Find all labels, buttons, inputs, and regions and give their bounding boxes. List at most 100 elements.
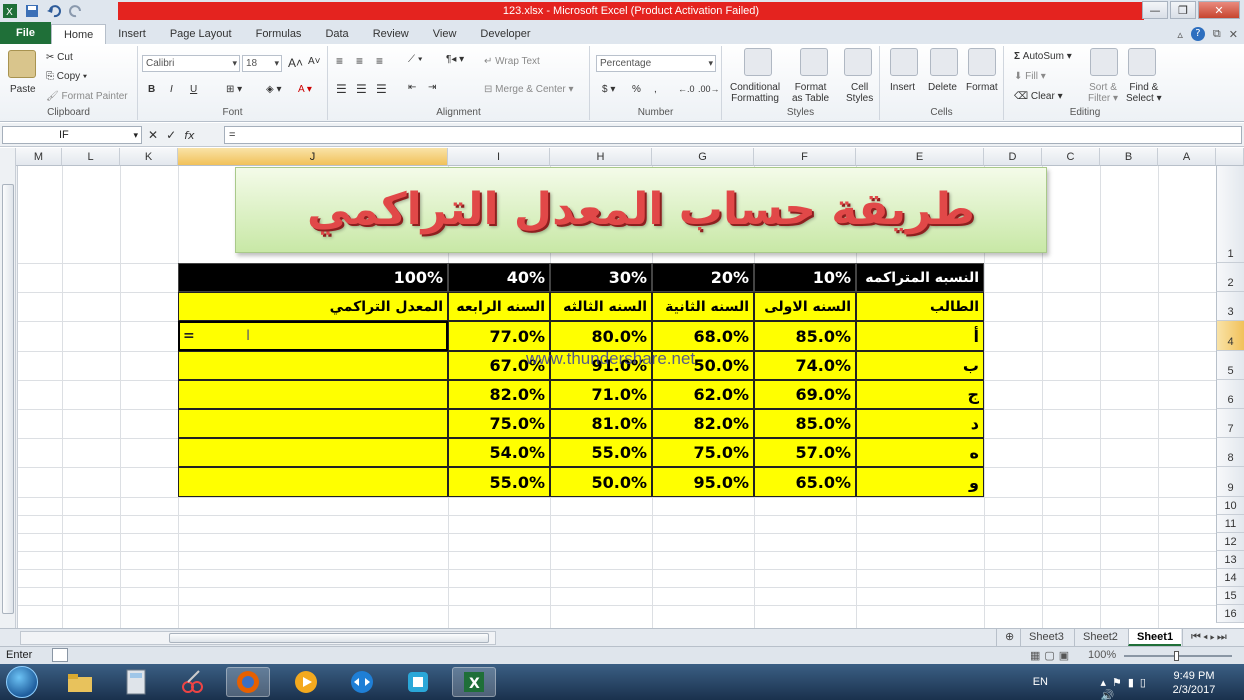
column-header-f[interactable]: F xyxy=(754,148,856,166)
language-indicator[interactable]: EN xyxy=(1033,676,1048,688)
font-name-select[interactable]: Calibri xyxy=(142,55,240,72)
sort-filter-button[interactable]: Sort & Filter ▾ xyxy=(1088,82,1118,104)
grade-cell[interactable]: 77.0% xyxy=(448,321,550,351)
borders-icon[interactable]: ⊞ ▾ xyxy=(226,84,242,95)
grade-cell[interactable]: 75.0% xyxy=(448,409,550,438)
save-icon[interactable] xyxy=(24,3,40,19)
row-header[interactable]: 12 xyxy=(1216,533,1244,551)
increase-decimal-icon[interactable]: ←.0 xyxy=(678,84,695,94)
row-header[interactable]: 13 xyxy=(1216,551,1244,569)
media-player-icon[interactable] xyxy=(284,667,328,697)
subheader-cell[interactable]: السنه الثالثه xyxy=(550,292,652,321)
grade-cell[interactable]: 95.0% xyxy=(652,467,754,497)
header-cell[interactable]: النسبه المتراكمه xyxy=(856,263,984,292)
fill-button[interactable]: ⬇ Fill ▾ xyxy=(1014,71,1046,82)
header-cell[interactable]: 30% xyxy=(550,263,652,292)
tray-icons[interactable]: ▴⚑▮▯🔊 xyxy=(1101,676,1153,700)
grade-cell[interactable]: 81.0% xyxy=(550,409,652,438)
font-size-select[interactable]: 18 xyxy=(242,55,282,72)
column-header-m[interactable]: M xyxy=(16,148,62,166)
tab-insert[interactable]: Insert xyxy=(106,24,158,44)
currency-button[interactable]: $ ▾ xyxy=(602,84,615,95)
grade-cell[interactable]: 71.0% xyxy=(550,380,652,409)
column-header-g[interactable]: G xyxy=(652,148,754,166)
horizontal-scrollbar[interactable] xyxy=(20,631,496,645)
maximize-button[interactable]: ❐ xyxy=(1170,1,1196,19)
cumulative-cell[interactable] xyxy=(178,380,448,409)
format-painter-button[interactable]: 🖌 Format Painter xyxy=(46,91,128,102)
clock-time[interactable]: 9:49 PM xyxy=(1164,670,1224,682)
font-color-icon[interactable]: A ▾ xyxy=(298,84,312,95)
tab-review[interactable]: Review xyxy=(361,24,421,44)
sheet-tab-sheet2[interactable]: Sheet2 xyxy=(1074,629,1126,646)
row-header[interactable]: 7 xyxy=(1216,409,1244,438)
orientation-icon[interactable]: ⟋ ▾ xyxy=(408,54,423,65)
header-cell[interactable]: 100% xyxy=(178,263,448,292)
cut-button[interactable]: ✂ Cut xyxy=(46,52,73,63)
student-name-cell[interactable]: ه xyxy=(856,438,984,467)
excel-taskbar-icon[interactable]: X xyxy=(452,667,496,697)
active-cell-j4[interactable]: = xyxy=(178,321,448,351)
student-name-cell[interactable]: و xyxy=(856,467,984,497)
align-left-icon[interactable]: ☰ xyxy=(336,82,347,96)
horizontal-scroll-thumb[interactable] xyxy=(169,633,489,643)
student-name-cell[interactable]: ج xyxy=(856,380,984,409)
excel-logo-icon[interactable]: X xyxy=(2,3,18,19)
tab-file[interactable]: File xyxy=(0,22,51,44)
help-icon[interactable]: ? xyxy=(1190,27,1205,41)
teamviewer-icon[interactable] xyxy=(340,667,384,697)
minimize-button[interactable]: — xyxy=(1142,1,1168,19)
italic-button[interactable]: I xyxy=(170,84,173,95)
grade-cell[interactable]: 82.0% xyxy=(652,409,754,438)
column-header-b[interactable]: B xyxy=(1100,148,1158,166)
grade-cell[interactable]: 74.0% xyxy=(754,351,856,380)
cumulative-cell[interactable] xyxy=(178,467,448,497)
tab-page-layout[interactable]: Page Layout xyxy=(158,24,244,44)
title-banner[interactable]: طريقة حساب المعدل التراكمي للطلاب xyxy=(235,167,1047,319)
conditional-formatting-button[interactable]: Conditional Formatting xyxy=(730,82,780,104)
row-header[interactable]: 5 xyxy=(1216,351,1244,380)
format-as-table-button[interactable]: Format as Table xyxy=(792,82,829,104)
redo-icon[interactable] xyxy=(68,3,84,19)
percent-button[interactable]: % xyxy=(632,84,641,95)
undo-icon[interactable] xyxy=(46,3,62,19)
minimize-ribbon-icon[interactable]: ▵ xyxy=(1177,28,1183,41)
row-header[interactable]: 6 xyxy=(1216,380,1244,409)
paste-button[interactable]: Paste xyxy=(10,84,36,95)
grade-cell[interactable]: 85.0% xyxy=(754,409,856,438)
grade-cell[interactable]: 57.0% xyxy=(754,438,856,467)
insert-function-icon[interactable]: fx xyxy=(184,129,194,142)
header-cell[interactable]: 10% xyxy=(754,263,856,292)
row-header[interactable]: 8 xyxy=(1216,438,1244,467)
row-header[interactable]: 2 xyxy=(1216,263,1244,292)
column-header-i[interactable]: I xyxy=(448,148,550,166)
grade-cell[interactable]: 62.0% xyxy=(652,380,754,409)
tab-view[interactable]: View xyxy=(421,24,469,44)
bold-button[interactable]: B xyxy=(148,84,155,95)
column-header-k[interactable]: K xyxy=(120,148,178,166)
cumulative-cell[interactable] xyxy=(178,409,448,438)
snipping-tool-icon[interactable] xyxy=(170,667,214,697)
restore-ribbon-icon[interactable]: ⧉ xyxy=(1213,27,1221,41)
zoom-slider-knob[interactable] xyxy=(1174,651,1179,661)
sheet-nav-arrows-icon[interactable]: ⏮◂▸⏭ xyxy=(1182,629,1237,646)
format-cells-button[interactable]: Format xyxy=(966,82,998,93)
header-cell[interactable]: 20% xyxy=(652,263,754,292)
grade-cell[interactable]: 69.0% xyxy=(754,380,856,409)
grade-cell[interactable]: 85.0% xyxy=(754,321,856,351)
select-all-corner[interactable] xyxy=(1216,148,1244,166)
cancel-icon[interactable]: ✕ xyxy=(148,128,158,142)
row-header[interactable]: 11 xyxy=(1216,515,1244,533)
column-header-e[interactable]: E xyxy=(856,148,984,166)
clear-button[interactable]: ⌫ Clear ▾ xyxy=(1014,91,1063,102)
fill-color-icon[interactable]: ◈ ▾ xyxy=(266,84,282,95)
tab-data[interactable]: Data xyxy=(313,24,360,44)
app-icon[interactable] xyxy=(396,667,440,697)
increase-indent-icon[interactable]: ⇥ xyxy=(428,82,436,93)
student-name-cell[interactable]: أ xyxy=(856,321,984,351)
sheet-tab-sheet3[interactable]: Sheet3 xyxy=(1020,629,1072,646)
clock-date[interactable]: 2/3/2017 xyxy=(1164,684,1224,696)
comma-button[interactable]: , xyxy=(654,84,657,95)
grade-cell[interactable]: 55.0% xyxy=(550,438,652,467)
grade-cell[interactable]: 68.0% xyxy=(652,321,754,351)
